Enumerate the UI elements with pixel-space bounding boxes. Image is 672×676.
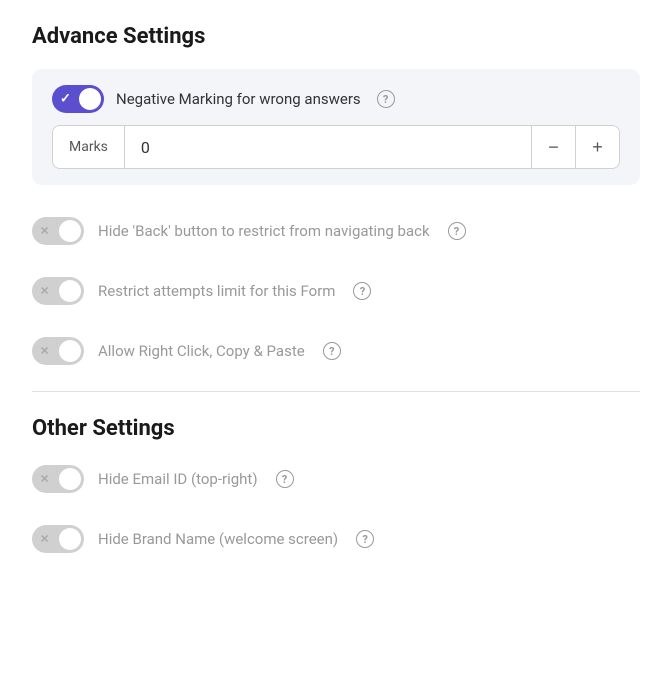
marks-decrement-button[interactable]: − bbox=[531, 126, 575, 168]
hide-back-button-help-icon[interactable]: ? bbox=[448, 222, 466, 240]
hide-back-button-label: Hide 'Back' button to restrict from navi… bbox=[98, 222, 430, 240]
toggle-off-icon: ✕ bbox=[40, 225, 49, 238]
marks-label: Marks bbox=[53, 126, 125, 168]
marks-input-row: Marks 0 − + bbox=[52, 125, 620, 169]
toggle-check-icon: ✓ bbox=[60, 92, 71, 107]
marks-value: 0 bbox=[125, 138, 531, 157]
negative-marking-toggle[interactable]: ✓ bbox=[52, 85, 104, 113]
hide-email-toggle[interactable]: ✕ bbox=[32, 465, 84, 493]
advance-settings-list: ✕ Hide 'Back' button to restrict from na… bbox=[32, 201, 640, 381]
hide-back-button-toggle[interactable]: ✕ bbox=[32, 217, 84, 245]
negative-marking-card: ✓ Negative Marking for wrong answers ? M… bbox=[32, 69, 640, 185]
hide-brand-help-icon[interactable]: ? bbox=[356, 530, 374, 548]
hide-email-item: ✕ Hide Email ID (top-right) ? bbox=[32, 449, 640, 509]
advance-settings-title: Advance Settings bbox=[32, 24, 640, 49]
toggle-off-icon-3: ✕ bbox=[40, 345, 49, 358]
negative-marking-label: Negative Marking for wrong answers bbox=[116, 90, 361, 108]
negative-marking-help-icon[interactable]: ? bbox=[377, 90, 395, 108]
restrict-attempts-toggle[interactable]: ✕ bbox=[32, 277, 84, 305]
hide-brand-toggle[interactable]: ✕ bbox=[32, 525, 84, 553]
restrict-attempts-item: ✕ Restrict attempts limit for this Form … bbox=[32, 261, 640, 321]
toggle-off-icon-2: ✕ bbox=[40, 285, 49, 298]
hide-back-button-item: ✕ Hide 'Back' button to restrict from na… bbox=[32, 201, 640, 261]
other-settings-title: Other Settings bbox=[32, 416, 640, 441]
marks-increment-button[interactable]: + bbox=[575, 126, 619, 168]
allow-right-click-toggle[interactable]: ✕ bbox=[32, 337, 84, 365]
negative-marking-row: ✓ Negative Marking for wrong answers ? bbox=[52, 85, 620, 113]
restrict-attempts-help-icon[interactable]: ? bbox=[353, 282, 371, 300]
allow-right-click-item: ✕ Allow Right Click, Copy & Paste ? bbox=[32, 321, 640, 381]
other-settings-list: ✕ Hide Email ID (top-right) ? ✕ Hide Bra… bbox=[32, 449, 640, 569]
toggle-off-icon-5: ✕ bbox=[40, 533, 49, 546]
restrict-attempts-label: Restrict attempts limit for this Form bbox=[98, 282, 335, 300]
allow-right-click-label: Allow Right Click, Copy & Paste bbox=[98, 342, 305, 360]
toggle-off-icon-4: ✕ bbox=[40, 473, 49, 486]
hide-email-help-icon[interactable]: ? bbox=[276, 470, 294, 488]
hide-email-label: Hide Email ID (top-right) bbox=[98, 470, 258, 488]
hide-brand-item: ✕ Hide Brand Name (welcome screen) ? bbox=[32, 509, 640, 569]
allow-right-click-help-icon[interactable]: ? bbox=[323, 342, 341, 360]
section-divider bbox=[32, 391, 640, 392]
hide-brand-label: Hide Brand Name (welcome screen) bbox=[98, 530, 338, 548]
